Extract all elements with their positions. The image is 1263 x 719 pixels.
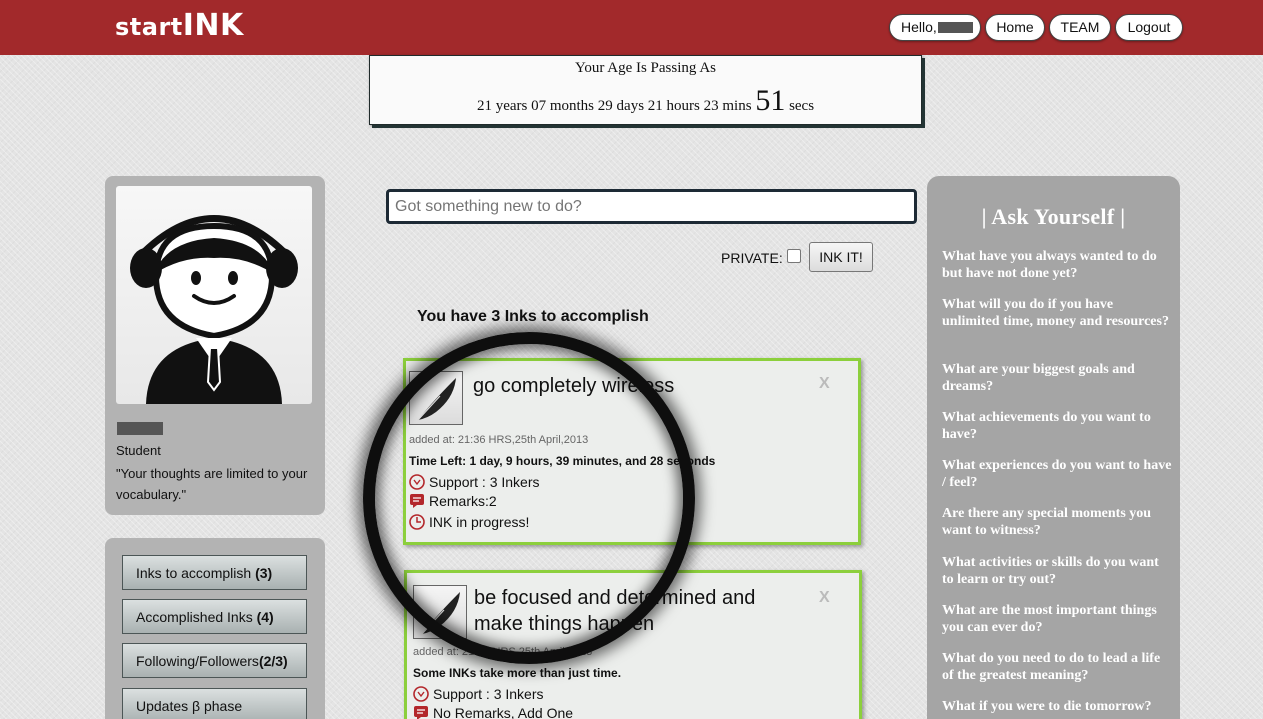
nav-label: Accomplished Inks	[136, 609, 253, 625]
redacted-username	[937, 22, 973, 33]
profile-card: Student "Your thoughts are limited to yo…	[105, 176, 325, 515]
support-icon	[409, 474, 425, 490]
age-hours-unit: hours	[666, 98, 700, 114]
nav-count: (4)	[256, 609, 274, 625]
logo-text-start: start	[115, 13, 183, 41]
age-years-unit: years	[495, 98, 528, 114]
ink-card: be focused and determined and make thing…	[404, 570, 862, 719]
remarks-icon	[414, 706, 428, 719]
ask-question[interactable]: What if you were to die tomorrow?	[942, 698, 1172, 715]
ask-question[interactable]: What have you always wanted to do but ha…	[942, 248, 1172, 282]
ink-it-button[interactable]: INK IT!	[809, 242, 873, 272]
ask-question[interactable]: Are there any special moments you want t…	[942, 505, 1172, 539]
ask-question[interactable]: What are the most important things you c…	[942, 602, 1172, 636]
age-mins: 23	[703, 98, 719, 114]
ink-remarks-text: Remarks:2	[429, 493, 497, 509]
delete-ink-button[interactable]: X	[819, 375, 830, 393]
new-ink-input[interactable]	[386, 189, 917, 224]
nav-inks-to-accomplish[interactable]: Inks to accomplish (3)	[122, 555, 307, 590]
left-navigation: Inks to accomplish (3) Accomplished Inks…	[105, 538, 325, 719]
redacted-user-name	[117, 422, 163, 435]
home-button[interactable]: Home	[985, 14, 1045, 41]
inks-count-heading: You have 3 Inks to accomplish	[417, 308, 649, 325]
nav-accomplished-inks[interactable]: Accomplished Inks (4)	[122, 599, 307, 634]
ink-added-time: added at: 21:36 HRS,25th April,2013	[409, 434, 589, 446]
team-button[interactable]: TEAM	[1049, 14, 1111, 41]
logo-text-ink: INK	[182, 8, 244, 43]
feather-quill-icon	[409, 371, 463, 425]
ink-title[interactable]: go completely wireless	[473, 373, 674, 399]
support-icon	[413, 686, 429, 702]
ink-added-time: added at: 21:36 HRS,25th April,2013	[413, 646, 593, 658]
ink-support-row[interactable]: Support : 3 Inkers	[409, 473, 609, 491]
age-counter-title: Your Age Is Passing As	[574, 60, 716, 76]
ask-yourself-title: | Ask Yourself |	[981, 204, 1126, 229]
age-years: 21	[476, 98, 492, 114]
nav-count: (2/3)	[258, 653, 288, 669]
user-quote: "Your thoughts are limited to your vocab…	[116, 466, 308, 502]
age-secs: 51	[755, 84, 786, 117]
ink-status-text: INK in progress!	[429, 514, 530, 530]
private-label: PRIVATE:	[721, 250, 783, 266]
age-counter-box: Your Age Is Passing As 21 years 07 month…	[369, 55, 922, 125]
feather-quill-icon	[413, 585, 467, 639]
remarks-icon	[410, 494, 424, 508]
ink-remarks-text: No Remarks, Add One	[433, 705, 574, 719]
ink-card: go completely wireless X added at: 21:36…	[403, 358, 861, 545]
nav-label: Inks to accomplish	[136, 565, 252, 581]
avatar-headphones-illustration	[130, 215, 298, 404]
ink-support-row[interactable]: Support : 3 Inkers	[413, 685, 613, 703]
age-hours: 21	[647, 98, 663, 114]
nav-label: Following/Followers	[136, 653, 259, 669]
age-days: 29	[597, 98, 613, 114]
ask-question[interactable]: What will you do if you have unlimited t…	[942, 296, 1172, 330]
ask-question[interactable]: What achievements do you want to have?	[942, 409, 1172, 443]
age-secs-unit: secs	[789, 98, 815, 114]
delete-ink-button[interactable]: X	[819, 589, 830, 607]
age-days-unit: days	[616, 98, 645, 114]
top-navigation-bar: startINK Hello, Home TEAM Logout	[0, 0, 1263, 55]
clock-icon	[409, 514, 425, 530]
ask-question[interactable]: What activities or skills do you want to…	[942, 554, 1172, 588]
nav-updates[interactable]: Updates β phase	[122, 688, 307, 719]
age-months-unit: months	[549, 98, 595, 114]
ink-time-left: Some INKs take more than just time.	[413, 666, 622, 680]
user-role: Student	[116, 443, 161, 458]
logout-button[interactable]: Logout	[1115, 14, 1183, 41]
hello-label: Hello,	[901, 19, 937, 35]
ink-status-row: INK in progress!	[409, 513, 609, 531]
nav-label: Updates β phase	[136, 698, 243, 714]
age-months: 07	[531, 98, 547, 114]
hello-user-button[interactable]: Hello,	[889, 14, 981, 41]
age-counter-values: 21 years 07 months 29 days 21 hours 23 m…	[370, 84, 921, 118]
ink-title[interactable]: be focused and determined and make thing…	[474, 585, 794, 637]
nav-count: (3)	[255, 565, 273, 581]
ink-support-text: Support : 3 Inkers	[429, 474, 540, 490]
ink-remarks-row[interactable]: No Remarks, Add One	[413, 704, 633, 719]
age-mins-unit: mins	[722, 98, 752, 114]
ask-yourself-panel: | Ask Yourself | What have you always wa…	[927, 176, 1180, 719]
avatar[interactable]	[116, 186, 312, 404]
site-logo[interactable]: startINK	[115, 8, 244, 48]
nav-following-followers[interactable]: Following/Followers(2/3)	[122, 643, 307, 678]
ask-question[interactable]: What do you need to do to lead a life of…	[942, 650, 1172, 684]
ink-time-left: Time Left: 1 day, 9 hours, 39 minutes, a…	[409, 454, 716, 468]
ask-question[interactable]: What experiences do you want to have / f…	[942, 457, 1172, 491]
private-checkbox[interactable]	[787, 249, 801, 263]
ink-support-text: Support : 3 Inkers	[433, 686, 544, 702]
ask-question[interactable]: What are your biggest goals and dreams?	[942, 361, 1172, 395]
ink-remarks-row[interactable]: Remarks:2	[409, 492, 609, 510]
